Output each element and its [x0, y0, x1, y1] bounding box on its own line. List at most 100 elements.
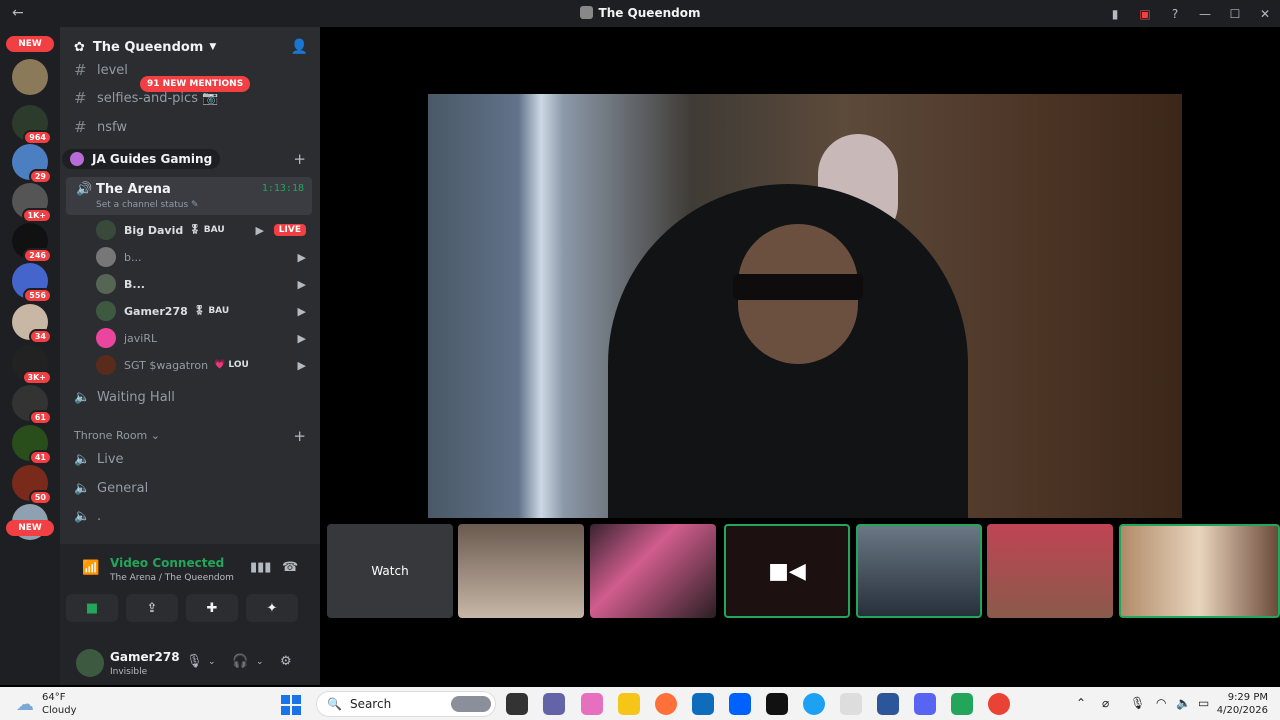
participant-tile-camera-off[interactable]: ■◀ — [724, 524, 850, 618]
server-icon[interactable]: 41 — [12, 425, 52, 465]
inbox-icon[interactable]: ▣ — [1130, 7, 1160, 21]
server-icon[interactable]: 50 — [12, 465, 52, 505]
watch-stream-button[interactable]: Watch — [327, 524, 453, 618]
notepad-icon[interactable] — [840, 693, 862, 715]
category-throne-room[interactable]: Throne Room ⌄ — [74, 429, 160, 442]
camera-button[interactable]: ■ — [66, 594, 118, 622]
noise-suppression-icon[interactable]: ▮▮▮ — [250, 560, 271, 575]
firefox-icon[interactable] — [655, 693, 677, 715]
add-channel-icon[interactable]: + — [293, 150, 306, 168]
avatar[interactable] — [76, 649, 104, 677]
soundboard-button[interactable]: ✦ — [246, 594, 298, 622]
video-icon: ▶ — [297, 304, 306, 318]
voice-user[interactable]: B... ▶ — [96, 273, 312, 295]
channel-status[interactable]: Set a channel status ✎ — [96, 200, 199, 210]
windows-start-icon[interactable] — [281, 695, 301, 715]
maximize-icon[interactable]: ☐ — [1220, 7, 1250, 21]
activities-button[interactable]: ✚ — [186, 594, 238, 622]
speaker-icon: 🔊 — [76, 182, 93, 197]
notion-icon[interactable] — [766, 693, 788, 715]
microphone-icon[interactable]: 🎙 — [186, 654, 203, 669]
discord-icon[interactable] — [914, 693, 936, 715]
wifi-icon[interactable]: ◠ — [1156, 696, 1166, 710]
server-icon[interactable] — [12, 59, 48, 95]
voice-user[interactable]: Big David 🎖 BAU ▶ LIVE — [96, 219, 312, 241]
category-pill[interactable]: JA Guides Gaming — [62, 149, 221, 169]
add-channel-icon[interactable]: + — [293, 427, 306, 445]
chevron-down-icon[interactable]: ⌄ — [208, 657, 216, 667]
participant-tile[interactable] — [590, 524, 716, 618]
server-icon[interactable]: 1K+ — [12, 183, 52, 223]
location-off-icon[interactable]: ⌀ — [1102, 696, 1109, 710]
word-icon[interactable] — [877, 693, 899, 715]
participant-tile[interactable] — [856, 524, 982, 618]
voice-channel-arena[interactable]: 🔊 The Arena 1:13:18 Set a channel status… — [66, 177, 312, 215]
weather-temp: 64°F — [42, 692, 66, 703]
category-header[interactable]: JA Guides Gaming + — [60, 147, 320, 171]
task-view-icon[interactable] — [506, 693, 528, 715]
voice-user[interactable]: javiRL ▶ — [96, 327, 312, 349]
app-icon[interactable] — [951, 693, 973, 715]
avatar — [96, 220, 116, 240]
user-status: Invisible — [110, 667, 148, 677]
voice-location[interactable]: The Arena / The Queendom — [110, 573, 234, 583]
microphone-icon[interactable]: 🎙 — [1130, 696, 1145, 710]
channel-selfies[interactable]: # selfies-and-pics 📷 — [74, 89, 218, 107]
edge-icon[interactable] — [803, 693, 825, 715]
voice-user[interactable]: b... ▶ — [96, 246, 312, 268]
voice-user[interactable]: Gamer278 🎖 BAU ▶ — [96, 300, 312, 322]
server-icon[interactable]: 34 — [12, 304, 52, 344]
server-icon[interactable]: 3K+ — [12, 345, 52, 385]
channel-level[interactable]: # level — [74, 61, 128, 79]
file-explorer-icon[interactable] — [618, 693, 640, 715]
server-icon[interactable]: 61 — [12, 385, 52, 425]
chrome-icon[interactable] — [988, 693, 1010, 715]
title-bar: ← The Queendom ▮ ▣ ? — ☐ ✕ — [0, 0, 1280, 27]
notification-badge: 556 — [23, 288, 52, 303]
headphones-icon[interactable]: 🎧 — [232, 654, 248, 669]
notification-badge: 1K+ — [21, 208, 52, 223]
weather-condition: Cloudy — [42, 705, 77, 716]
voice-status: Video Connected — [110, 556, 225, 570]
weather-widget[interactable]: ☁ 64°F Cloudy — [16, 691, 76, 717]
voice-channel-general[interactable]: 🔈 General — [74, 481, 148, 496]
settings-gear-icon[interactable]: ⚙ — [280, 654, 292, 669]
signal-icon[interactable]: 📶 — [82, 560, 99, 576]
dropbox-icon[interactable] — [729, 693, 751, 715]
volume-icon[interactable]: 🔈 — [1176, 696, 1191, 710]
avatar — [96, 247, 116, 267]
channel-nsfw[interactable]: # nsfw — [74, 118, 127, 136]
voice-channel-dot[interactable]: 🔈. — [74, 509, 101, 524]
voice-user[interactable]: SGT $wagatron 💗 LOU ▶ — [96, 354, 312, 376]
video-stage: Watch ■◀ — [320, 27, 1280, 685]
voice-channel-live[interactable]: 🔈 Live — [74, 452, 124, 467]
tray-overflow-icon[interactable]: ⌃ — [1076, 696, 1086, 710]
disconnect-icon[interactable]: ☎ — [282, 560, 298, 575]
video-icon: ▶ — [255, 223, 264, 237]
teams-icon[interactable] — [543, 693, 565, 715]
server-icon[interactable]: 556 — [12, 263, 52, 303]
server-name: The Queendom — [92, 39, 204, 55]
help-icon[interactable]: ? — [1160, 7, 1190, 21]
bookmark-icon[interactable]: ▮ — [1100, 7, 1130, 21]
clock[interactable]: 9:29 PM 4/20/2026 — [1217, 691, 1268, 717]
close-icon[interactable]: ✕ — [1250, 7, 1280, 21]
server-icon[interactable]: 964 — [12, 105, 52, 145]
screen-share-button[interactable]: ⇪ — [126, 594, 178, 622]
participant-tile-stream[interactable]: Watch — [327, 524, 453, 618]
battery-icon[interactable]: ▭ — [1198, 696, 1209, 710]
main-video-feed[interactable] — [428, 94, 1182, 518]
voice-channel-waiting-hall[interactable]: 🔈 Waiting Hall — [74, 390, 175, 405]
mail-icon[interactable] — [692, 693, 714, 715]
copilot-icon[interactable] — [581, 693, 603, 715]
minimize-icon[interactable]: — — [1190, 7, 1220, 21]
taskbar-search[interactable]: 🔍 Search — [316, 691, 496, 717]
participant-tile[interactable] — [458, 524, 584, 618]
invite-icon[interactable]: 👤 — [291, 39, 308, 55]
server-icon[interactable]: 29 — [12, 144, 52, 184]
chevron-down-icon[interactable]: ⌄ — [256, 657, 264, 667]
server-icon[interactable]: 246 — [12, 223, 52, 263]
channel-sidebar: ✿ The Queendom ▼ 👤 # level 91 NEW MENTION… — [60, 27, 320, 685]
participant-tile[interactable] — [1119, 524, 1280, 618]
participant-tile[interactable] — [987, 524, 1113, 618]
